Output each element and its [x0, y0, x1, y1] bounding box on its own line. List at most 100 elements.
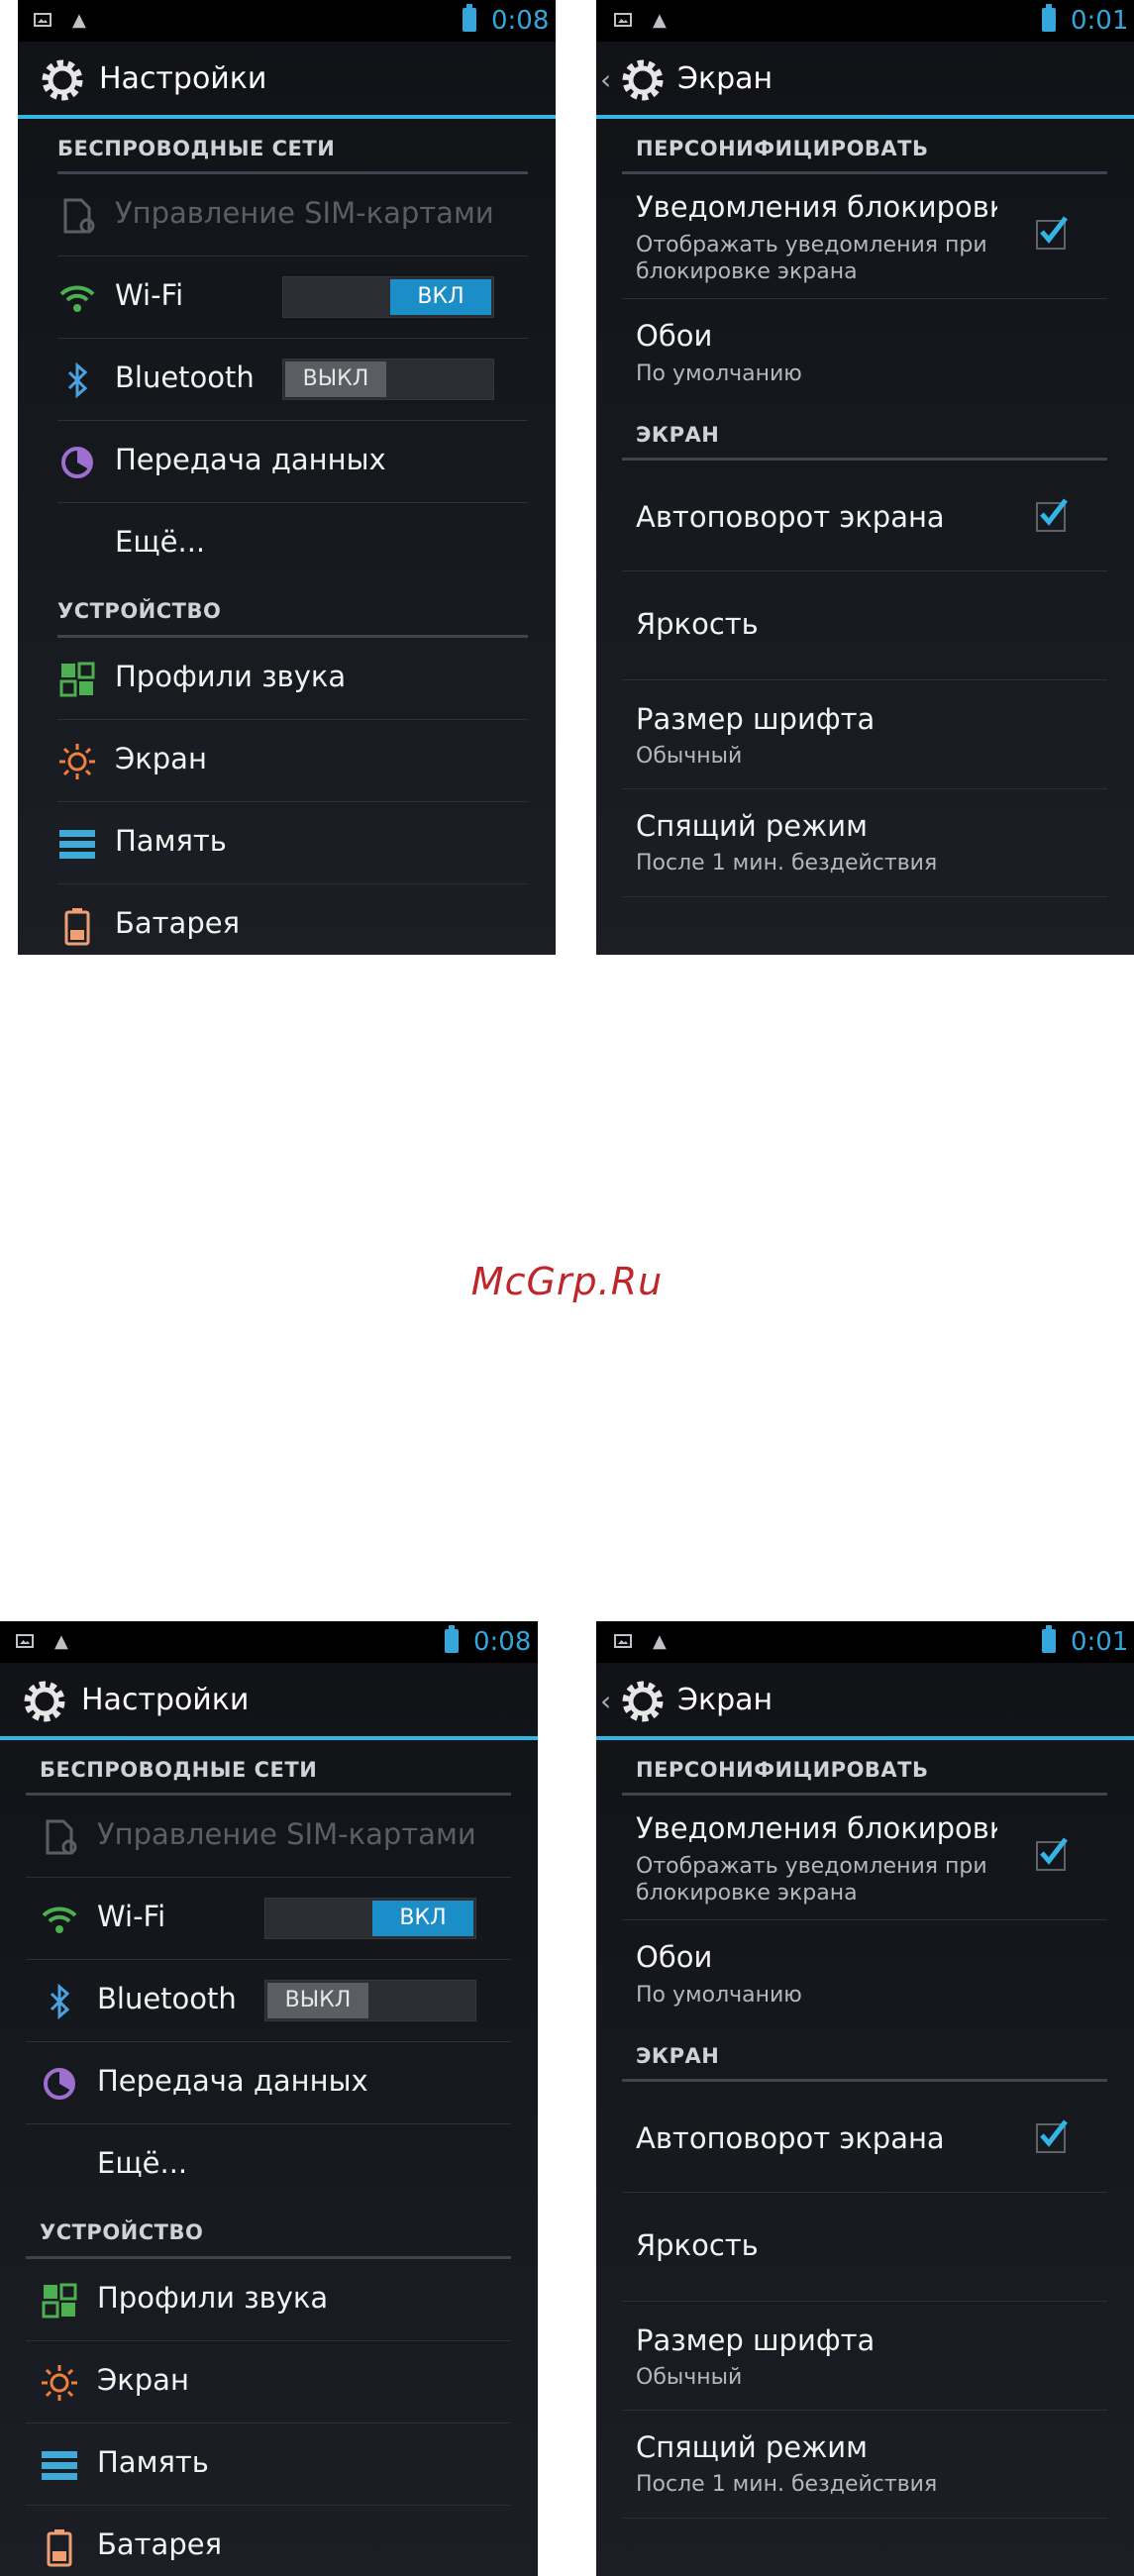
gear-icon[interactable] — [618, 55, 668, 105]
clock: 0:01 — [1071, 6, 1129, 36]
lock-notifications-checkbox[interactable] — [1036, 216, 1068, 250]
list-item-wallpaper[interactable]: Обои По умолчанию — [596, 299, 1134, 408]
autorotate-label: Автоповорот экрана — [636, 500, 945, 534]
page-title: Экран — [677, 61, 773, 96]
bluetooth-toggle-state: ВЫКЛ — [267, 1983, 368, 2018]
list-item-sleep[interactable]: Спящий режим После 1 мин. бездействия — [596, 789, 1134, 896]
list-item-sim[interactable]: Управление SIM-картами — [0, 1796, 538, 1877]
action-bar: ‹ Экран — [596, 42, 1134, 119]
status-bar: ▲ 0:01 — [596, 0, 1134, 42]
brightness-icon — [59, 744, 95, 779]
battery-label: Батарея — [115, 906, 241, 940]
memory-label: Память — [115, 824, 227, 858]
font-size-label: Размер шрифта — [636, 2323, 876, 2357]
list-item-sound-profiles[interactable]: Профили звука — [18, 638, 556, 719]
brightness-label: Яркость — [636, 607, 759, 641]
font-size-label: Размер шрифта — [636, 702, 876, 736]
more-label: Ещё... — [97, 2146, 188, 2180]
section-header-screen: ЭКРАН — [636, 423, 720, 447]
list-item-wifi[interactable]: Wi-Fi ВКЛ — [18, 257, 556, 338]
wifi-icon — [59, 285, 95, 312]
image-notification-icon — [16, 1634, 34, 1648]
section-header-personalize: ПЕРСОНИФИЦИРОВАТЬ — [636, 137, 929, 160]
display-label: Экран — [97, 2363, 189, 2397]
list-item-autorotate[interactable]: Автоповорот экрана — [596, 461, 1134, 569]
bluetooth-label: Bluetooth — [115, 361, 255, 394]
sound-profiles-icon — [59, 662, 95, 697]
image-notification-icon — [34, 13, 52, 27]
battery-label: Батарея — [97, 2527, 223, 2561]
wifi-toggle[interactable]: ВКЛ — [282, 276, 494, 318]
wifi-icon — [42, 1906, 77, 1933]
list-item-wallpaper[interactable]: Обои По умолчанию — [596, 1920, 1134, 2029]
list-item-battery[interactable]: Батарея — [18, 884, 556, 955]
list-item-more[interactable]: Ещё... — [0, 2124, 538, 2206]
list-item-display[interactable]: Экран — [0, 2341, 538, 2422]
list-item-bluetooth[interactable]: Bluetooth ВЫКЛ — [0, 1960, 538, 2041]
wifi-toggle-state: ВКЛ — [372, 1901, 473, 1936]
action-bar: Настройки — [0, 1663, 538, 1740]
list-item-more[interactable]: Ещё... — [18, 503, 556, 584]
list-item-sound-profiles[interactable]: Профили звука — [0, 2259, 538, 2340]
list-item-memory[interactable]: Память — [0, 2423, 538, 2505]
clock: 0:01 — [1071, 1627, 1129, 1657]
autorotate-checkbox[interactable] — [1036, 2119, 1068, 2153]
list-item-battery[interactable]: Батарея — [0, 2506, 538, 2576]
lock-notifications-checkbox[interactable] — [1036, 1837, 1068, 1871]
page-title: Настройки — [81, 1683, 250, 1717]
autorotate-checkbox[interactable] — [1036, 498, 1068, 532]
bluetooth-toggle-state: ВЫКЛ — [285, 361, 386, 397]
divider — [622, 2518, 1107, 2519]
wifi-label: Wi-Fi — [115, 278, 184, 312]
back-chevron-icon[interactable]: ‹ — [600, 1685, 611, 1717]
list-item-display[interactable]: Экран — [18, 720, 556, 801]
bluetooth-icon — [50, 1983, 70, 2020]
wallpaper-summary: По умолчанию — [636, 1983, 802, 2008]
section-header-screen: ЭКРАН — [636, 2044, 720, 2068]
wallpaper-summary: По умолчанию — [636, 361, 802, 386]
data-usage-label: Передача данных — [97, 2064, 368, 2098]
list-item-brightness[interactable]: Яркость — [596, 2193, 1134, 2300]
back-chevron-icon[interactable]: ‹ — [600, 63, 611, 96]
checkmark-icon — [1040, 2119, 1068, 2147]
wifi-label: Wi-Fi — [97, 1900, 166, 1933]
action-bar: Настройки — [18, 42, 556, 119]
data-usage-icon — [61, 447, 93, 478]
sound-profiles-icon — [42, 2283, 77, 2318]
gear-icon — [24, 1681, 65, 1722]
list-item-font-size[interactable]: Размер шрифта Обычный — [596, 2302, 1134, 2409]
storage-icon — [59, 830, 95, 859]
section-header-wireless: БЕСПРОВОДНЫЕ СЕТИ — [57, 137, 336, 160]
checkmark-icon — [1040, 1837, 1068, 1865]
list-item-wifi[interactable]: Wi-Fi ВКЛ — [0, 1878, 538, 1959]
section-header-device: УСТРОЙСТВО — [57, 599, 222, 623]
lock-notifications-label: Уведомления блокировки — [636, 1811, 997, 1845]
brightness-label: Яркость — [636, 2228, 759, 2262]
battery-icon — [1042, 4, 1056, 32]
list-item-sim[interactable]: Управление SIM-картами — [18, 174, 556, 256]
list-item-data-usage[interactable]: Передача данных — [18, 421, 556, 502]
list-item-autorotate[interactable]: Автоповорот экрана — [596, 2082, 1134, 2191]
display-screen-top: ▲ 0:01 ‹ Экран ПЕРСОНИФИЦИРОВАТЬ Уведомл… — [596, 0, 1134, 955]
list-item-bluetooth[interactable]: Bluetooth ВЫКЛ — [18, 339, 556, 420]
list-item-sleep[interactable]: Спящий режим После 1 мин. бездействия — [596, 2411, 1134, 2518]
section-header-wireless: БЕСПРОВОДНЫЕ СЕТИ — [40, 1758, 318, 1782]
bluetooth-icon — [67, 361, 88, 399]
wifi-toggle-state: ВКЛ — [390, 279, 491, 315]
list-item-memory[interactable]: Память — [18, 802, 556, 883]
font-size-summary: Обычный — [636, 2365, 743, 2390]
bluetooth-toggle[interactable]: ВЫКЛ — [264, 1980, 476, 2021]
section-header-device: УСТРОЙСТВО — [40, 2220, 204, 2244]
wifi-toggle[interactable]: ВКЛ — [264, 1898, 476, 1939]
list-item-data-usage[interactable]: Передача данных — [0, 2042, 538, 2123]
list-item-font-size[interactable]: Размер шрифта Обычный — [596, 680, 1134, 787]
lock-notifications-summary-2: блокировке экрана — [636, 259, 858, 284]
data-usage-label: Передача данных — [115, 443, 386, 476]
battery-settings-icon — [47, 2529, 72, 2567]
list-item-brightness[interactable]: Яркость — [596, 571, 1134, 678]
list-item-lock-notifications[interactable]: Уведомления блокировки Отображать уведом… — [596, 1796, 1134, 1918]
gear-icon[interactable] — [618, 1677, 668, 1726]
action-bar: ‹ Экран — [596, 1663, 1134, 1740]
bluetooth-toggle[interactable]: ВЫКЛ — [282, 359, 494, 400]
list-item-lock-notifications[interactable]: Уведомления блокировки Отображать уведом… — [596, 174, 1134, 297]
